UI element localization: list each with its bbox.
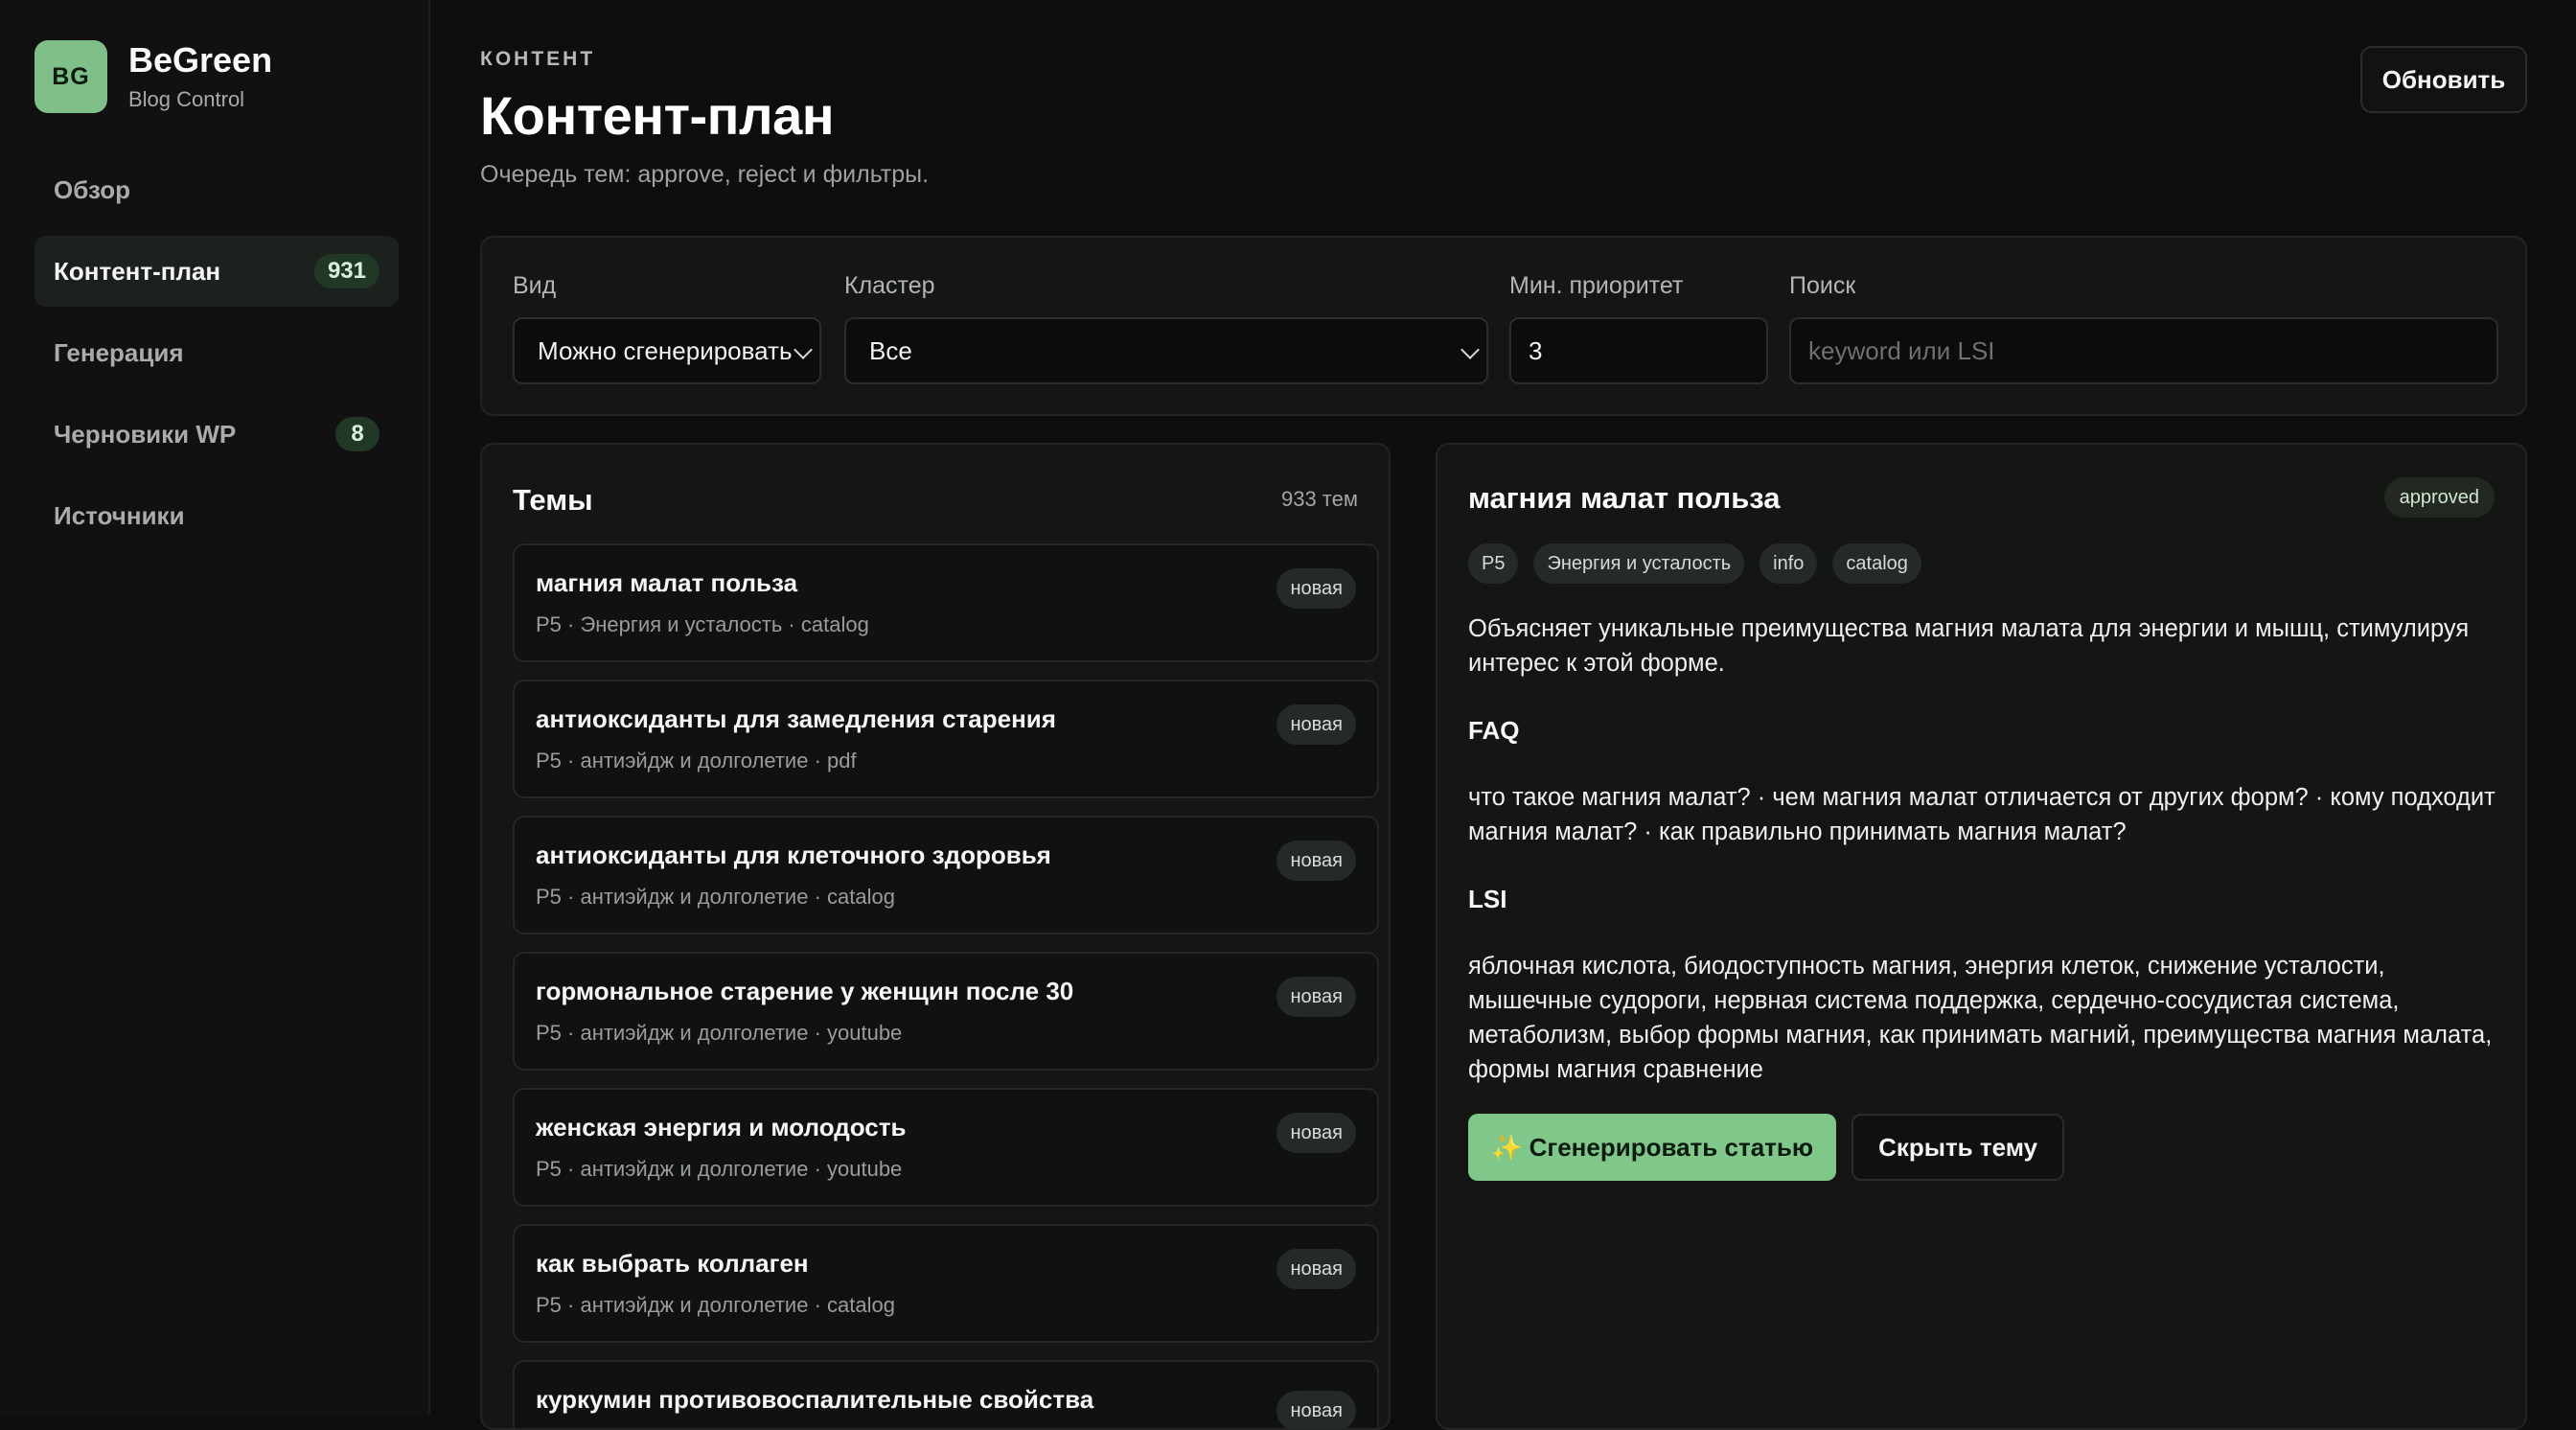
generate-article-button[interactable]: ✨ Сгенерировать статью <box>1468 1114 1837 1181</box>
status-badge: новая <box>1276 704 1356 745</box>
topic-title: антиоксиданты для клеточного здоровья <box>536 841 1051 869</box>
chevron-down-icon <box>1460 340 1480 359</box>
filter-search-label: Поиск <box>1789 272 1856 299</box>
detail-title: магния малат польза <box>1468 481 1781 515</box>
sidebar-item-content-plan[interactable]: Контент-план 931 <box>34 236 399 307</box>
lsi-text: яблочная кислота, биодоступность магния,… <box>1468 953 2493 1083</box>
view-select[interactable]: Можно сгенерировать <box>513 317 821 384</box>
status-badge: новая <box>1276 1249 1356 1289</box>
app-window: BG BeGreen Blog Control Обзор Контент-пл… <box>0 0 2576 1430</box>
min-priority-value: 3 <box>1529 335 1543 365</box>
faq-text: что такое магния малат? · чем магния мал… <box>1468 784 2496 845</box>
main-content: КОНТЕНТ Контент-план Очередь тем: approv… <box>430 0 2576 1430</box>
brand-name: BeGreen <box>128 40 273 80</box>
topic-meta: P5 · Энергия и усталость · catalog <box>536 612 869 636</box>
filter-search: Поиск keyword или LSI <box>1789 272 2498 384</box>
sidebar-item-label: Контент-план <box>54 256 221 286</box>
topic-card[interactable]: магния малат польза P5 · Энергия и устал… <box>513 543 1379 662</box>
status-badge: новая <box>1276 977 1356 1017</box>
tag-source: catalog <box>1832 543 1921 584</box>
filter-view-label: Вид <box>513 272 557 299</box>
tag-priority: P5 <box>1468 543 1519 584</box>
hide-topic-button[interactable]: Скрыть тему <box>1852 1114 2065 1181</box>
tag-intent: info <box>1760 543 1818 584</box>
sidebar-nav: Обзор Контент-план 931 Генерация Чернови… <box>34 154 399 562</box>
faq-heading: FAQ <box>1468 716 1520 745</box>
topic-title: антиоксиданты для замедления старения <box>536 704 1056 733</box>
page-subtitle: Очередь тем: approve, reject и фильтры. <box>480 161 930 188</box>
count-badge: 931 <box>313 254 380 288</box>
status-badge: новая <box>1276 1391 1356 1428</box>
topic-card[interactable]: куркумин противовоспалительные свойства … <box>513 1360 1379 1428</box>
detail-actions: ✨ Сгенерировать статью Скрыть тему <box>1468 1114 2065 1181</box>
filter-cluster: Кластер Все <box>844 272 1488 384</box>
chevron-down-icon <box>794 340 813 359</box>
brand: BG BeGreen Blog Control <box>34 40 272 113</box>
tag-cluster: Энергия и усталость <box>1533 543 1745 584</box>
filter-priority-label: Мин. приоритет <box>1509 272 1684 299</box>
brand-logo: BG <box>34 40 107 113</box>
topic-title: куркумин противовоспалительные свойства <box>536 1385 1094 1414</box>
view-select-value: Можно сгенерировать <box>538 335 793 365</box>
topic-title: женская энергия и молодость <box>536 1113 907 1142</box>
sidebar-item-label: Источники <box>54 500 185 530</box>
topics-count: 933 тем <box>1280 487 1358 511</box>
filter-min-priority: Мин. приоритет 3 <box>1509 272 1768 384</box>
topic-meta: P5 · антиэйдж и долголетие · youtube <box>536 1157 903 1181</box>
status-badge: новая <box>1276 1113 1356 1153</box>
search-input[interactable]: keyword или LSI <box>1789 317 2498 384</box>
cluster-select[interactable]: Все <box>844 317 1488 384</box>
status-badge: новая <box>1276 841 1356 881</box>
topic-card[interactable]: антиоксиданты для замедления старения P5… <box>513 680 1379 798</box>
filter-cluster-label: Кластер <box>844 272 935 299</box>
topic-detail-panel: магния малат польза approved P5 Энергия … <box>1436 443 2527 1430</box>
sidebar-item-label: Генерация <box>54 337 184 367</box>
detail-body: Объясняет уникальные преимущества магния… <box>1468 611 2498 1119</box>
topic-meta: P5 · антиэйдж и долголетие · pdf <box>536 749 857 773</box>
sidebar-item-label: Черновики WP <box>54 419 237 449</box>
status-badge: approved <box>2383 477 2495 518</box>
brand-subtitle: Blog Control <box>128 87 245 111</box>
cluster-select-value: Все <box>869 335 912 365</box>
count-badge: 8 <box>335 417 380 451</box>
sidebar: BG BeGreen Blog Control Обзор Контент-пл… <box>0 0 430 1415</box>
topic-title: как выбрать коллаген <box>536 1249 809 1278</box>
topic-card[interactable]: гормональное старение у женщин после 30 … <box>513 952 1379 1071</box>
sidebar-item-label: Обзор <box>54 174 130 204</box>
page-title: Контент-план <box>480 85 835 146</box>
filter-view: Вид Можно сгенерировать <box>513 272 821 384</box>
detail-description: Объясняет уникальные преимущества магния… <box>1468 615 2470 677</box>
topic-meta: P5 · антиэйдж и долголетие · youtube <box>536 1021 903 1045</box>
topic-card[interactable]: антиоксиданты для клеточного здоровья P5… <box>513 816 1379 934</box>
refresh-button[interactable]: Обновить <box>2360 46 2527 113</box>
sidebar-item-generation[interactable]: Генерация <box>34 317 399 388</box>
status-badge: новая <box>1276 568 1356 609</box>
topic-meta: P5 · антиэйдж и долголетие · catalog <box>536 1293 895 1317</box>
topic-list: магния малат польза P5 · Энергия и устал… <box>513 543 1379 1428</box>
topics-panel: Темы 933 тем магния малат польза P5 · Эн… <box>480 443 1391 1430</box>
sidebar-item-wp-drafts[interactable]: Черновики WP 8 <box>34 399 399 470</box>
topic-card[interactable]: как выбрать коллаген P5 · антиэйдж и дол… <box>513 1224 1379 1343</box>
topic-meta: P5 · антиэйдж и долголетие · catalog <box>536 885 895 909</box>
filters-panel: Вид Можно сгенерировать Кластер Все Мин.… <box>480 236 2527 416</box>
topic-card[interactable]: женская энергия и молодость P5 · антиэйд… <box>513 1088 1379 1207</box>
topic-title: магния малат польза <box>536 568 798 597</box>
lsi-heading: LSI <box>1468 885 1507 913</box>
topic-title: гормональное старение у женщин после 30 <box>536 977 1074 1005</box>
topics-title: Темы <box>513 483 593 517</box>
min-priority-input[interactable]: 3 <box>1509 317 1768 384</box>
sidebar-item-sources[interactable]: Источники <box>34 480 399 551</box>
search-placeholder: keyword или LSI <box>1808 335 1995 365</box>
section-eyebrow: КОНТЕНТ <box>480 48 596 70</box>
sidebar-item-overview[interactable]: Обзор <box>34 154 399 225</box>
tag-list: P5 Энергия и усталость info catalog <box>1468 543 1921 584</box>
